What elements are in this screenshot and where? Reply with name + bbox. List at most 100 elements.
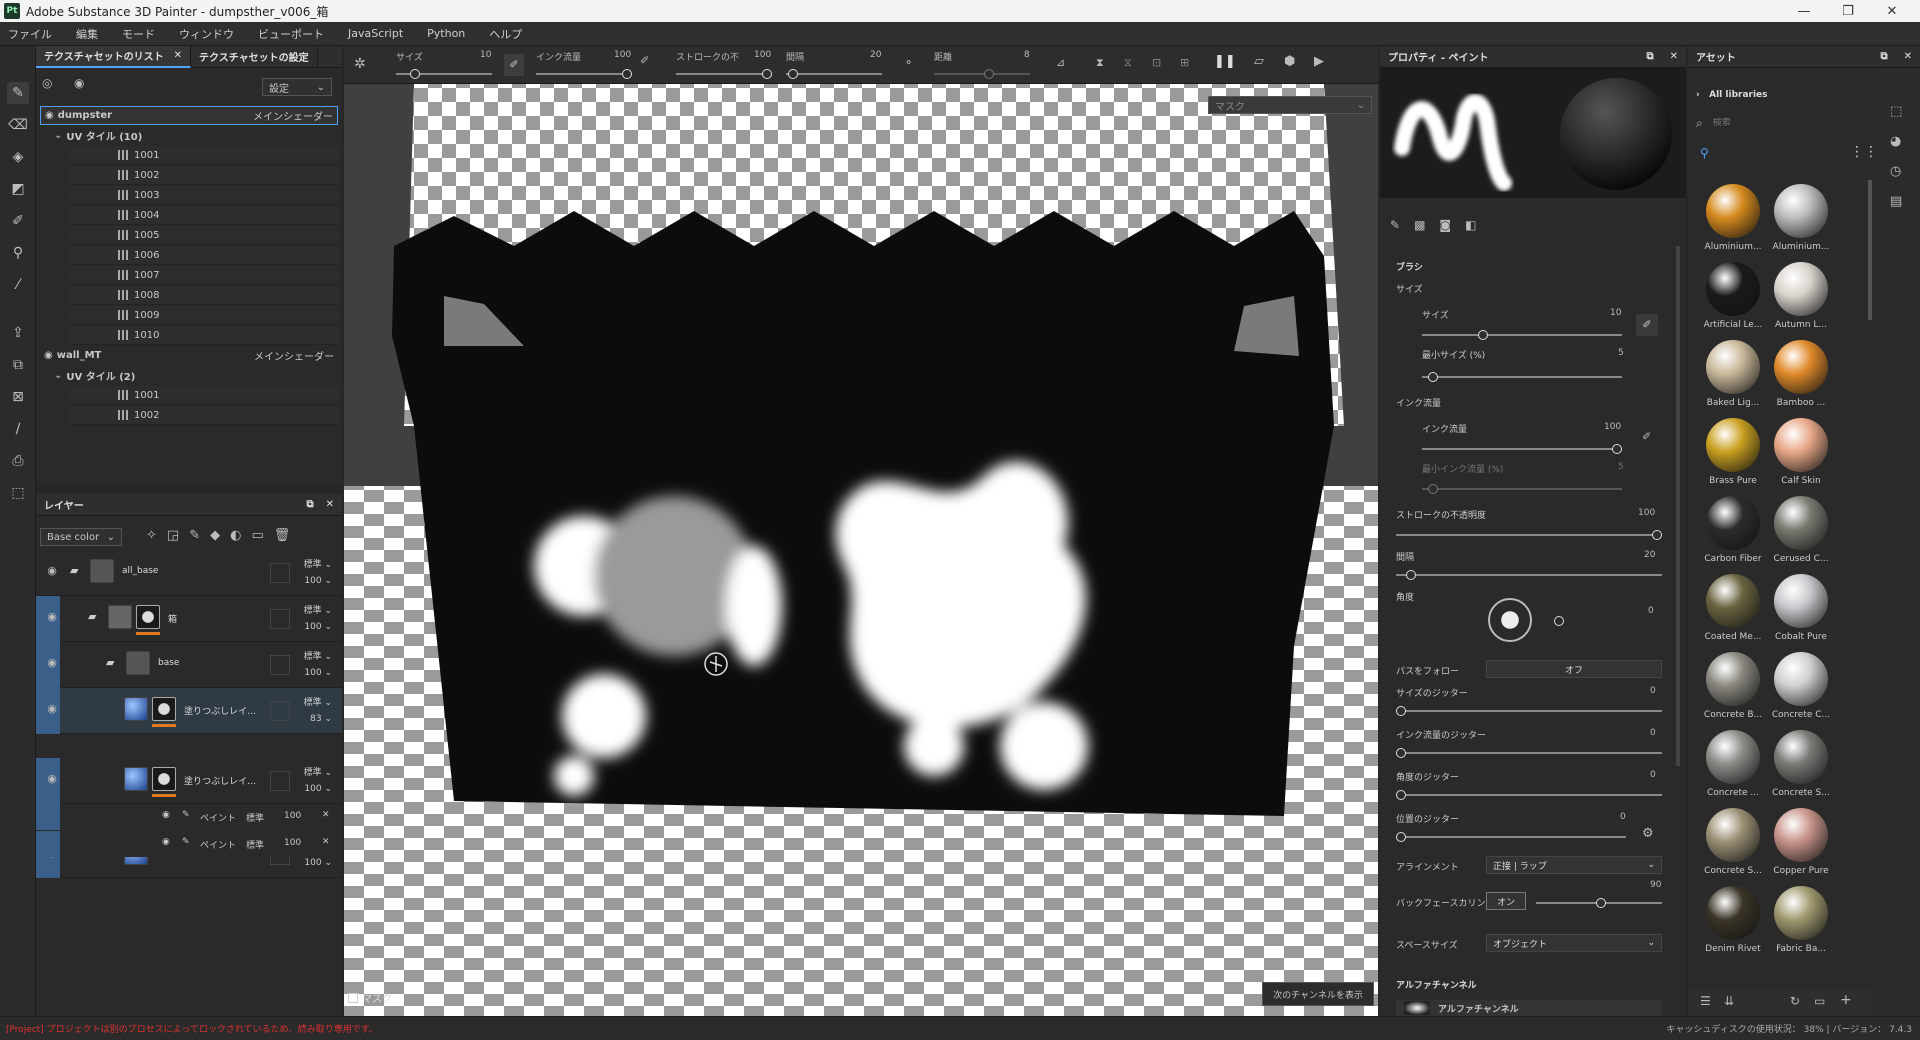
eye-icon[interactable]: ◉	[162, 810, 170, 820]
menu-mode[interactable]: モード	[122, 26, 155, 42]
spacing-slider[interactable]	[1396, 570, 1662, 580]
measure-icon[interactable]: ⊠	[7, 386, 29, 408]
package-icon[interactable]: ⬚	[7, 482, 29, 504]
stroke-opacity-slider[interactable]	[1396, 530, 1662, 540]
uv-tile[interactable]: 1008	[70, 286, 338, 305]
bake-icon[interactable]: ⇪	[7, 322, 29, 344]
camera-icon[interactable]: ▶	[1314, 54, 1324, 69]
effect-opacity[interactable]: 100	[284, 811, 301, 821]
add-icon[interactable]: +	[1840, 992, 1852, 1008]
settings-dropdown[interactable]: 設定 ⌄	[262, 78, 332, 96]
asset-item[interactable]: Concrete S...	[1770, 730, 1832, 798]
mask-toggle[interactable]: マスク	[348, 990, 392, 1005]
layer-row[interactable]: ◉ ▰ all_base 標準 ⌄ 100 ⌄	[36, 550, 342, 596]
layer-mask-slot[interactable]	[270, 655, 290, 675]
folder-icon[interactable]: ▰	[88, 610, 96, 623]
slider-handle[interactable]	[1652, 530, 1662, 540]
paint-effect-row[interactable]: ◉ ✎ ペイント 標準 100 ✕	[36, 804, 342, 830]
popout-icon[interactable]: ⧉	[1646, 51, 1653, 62]
size-slider[interactable]	[1422, 330, 1622, 340]
export-icon[interactable]: ⎙	[7, 450, 29, 472]
close-icon[interactable]: ✕	[322, 810, 330, 820]
menu-javascript[interactable]: JavaScript	[348, 27, 403, 40]
uv-tile-group[interactable]: ⌄ UV タイル (2)	[54, 366, 352, 385]
pen-pressure-icon[interactable]: ✐	[640, 54, 649, 67]
backface-slider[interactable]	[1536, 898, 1662, 908]
popout-icon[interactable]: ⧉	[1880, 51, 1887, 62]
layer-mask-slot[interactable]	[270, 563, 290, 583]
uv-tile[interactable]: 1001	[70, 146, 338, 165]
slider-handle[interactable]	[1396, 832, 1406, 842]
uv-tile[interactable]: 1002	[70, 406, 338, 425]
asset-item[interactable]: Aluminium...	[1770, 184, 1832, 252]
spacing-slider[interactable]	[786, 69, 882, 79]
history-icon[interactable]: ◷	[1890, 164, 1901, 179]
asset-item[interactable]: Cerused C...	[1770, 496, 1832, 564]
asset-item[interactable]: Aluminium...	[1702, 184, 1764, 252]
stencil-tab-icon[interactable]: ◧	[1465, 218, 1490, 232]
delete-icon[interactable]: 🗑	[274, 528, 301, 543]
asset-item[interactable]: Denim Rivet	[1702, 886, 1764, 954]
mask-thumbnail[interactable]	[136, 605, 160, 629]
uv-tile[interactable]: 1004	[70, 206, 338, 225]
view-2d-icon[interactable]: ▱	[1254, 54, 1264, 69]
flow-slider[interactable]	[1422, 444, 1622, 454]
slider-handle[interactable]	[1478, 330, 1488, 340]
next-channel-button[interactable]: 次のチャンネルを表示	[1262, 982, 1374, 1006]
uv-tile[interactable]: 1006	[70, 246, 338, 265]
close-icon[interactable]: ✕	[322, 837, 330, 847]
paint-brush-icon[interactable]: ✎	[7, 82, 29, 104]
projection-icon[interactable]: ◈	[7, 146, 29, 168]
add-mask-icon[interactable]: ◲	[167, 528, 189, 543]
slider-handle[interactable]	[1396, 748, 1406, 758]
position-jitter-slider[interactable]	[1396, 832, 1626, 842]
link-icon[interactable]: ∕	[7, 418, 29, 440]
layer-mask-slot[interactable]	[270, 609, 290, 629]
list-view-icon[interactable]: ☰	[1700, 994, 1711, 1008]
maximize-icon[interactable]: ❐	[1826, 0, 1870, 22]
mirror-alt-icon[interactable]: ⧖	[1124, 56, 1132, 70]
color-picker-icon[interactable]: ⁄	[7, 274, 29, 296]
opacity-field[interactable]: 100 ⌄	[304, 784, 332, 794]
eye-icon[interactable]: ◉	[42, 610, 62, 626]
angle-dial[interactable]	[1488, 598, 1532, 642]
close-window-icon[interactable]: ✕	[1870, 0, 1914, 22]
size-slider[interactable]	[396, 69, 492, 79]
slider-handle[interactable]	[762, 69, 772, 79]
slider-handle[interactable]	[1396, 706, 1406, 716]
layer-mask-slot[interactable]	[270, 771, 290, 791]
refresh-icon[interactable]: ↻	[1790, 994, 1800, 1008]
layer-row[interactable]: ◉ 塗りつぶしレイ… 標準 ⌄ 100 ⌄	[36, 758, 342, 804]
slider-handle[interactable]	[1428, 372, 1438, 382]
search-input[interactable]	[1712, 118, 1833, 128]
blend-mode-dropdown[interactable]: 標準 ⌄	[304, 649, 332, 662]
layer-row[interactable]: ◉ 塗りつぶしレイ… 標準 ⌄ 83 ⌄	[36, 688, 342, 734]
popout-icon[interactable]: ⧉	[306, 499, 313, 510]
mask-thumbnail[interactable]	[152, 767, 176, 791]
size-jitter-slider[interactable]	[1396, 706, 1662, 716]
smudge-icon[interactable]: ✐	[7, 210, 29, 232]
eye-icon[interactable]: ◉	[44, 350, 53, 361]
pen-pressure-icon[interactable]: ✐	[1636, 314, 1658, 336]
paint-effect-row[interactable]: ◉ ✎ ペイント 標準 100 ✕	[36, 831, 342, 857]
mask-thumbnail[interactable]	[152, 697, 176, 721]
slider-handle[interactable]	[1428, 484, 1438, 494]
brush-preset-icon[interactable]: ✲	[354, 56, 366, 72]
opacity-field[interactable]: 83 ⌄	[310, 714, 332, 724]
asset-item[interactable]: Concrete S...	[1702, 808, 1764, 876]
close-icon[interactable]: ✕	[326, 499, 334, 510]
distance-slider[interactable]	[934, 69, 1030, 79]
eraser-icon[interactable]: ⌫	[7, 114, 29, 136]
eye-icon[interactable]: ◉	[42, 702, 62, 718]
shelf-icon[interactable]: ⬚	[1890, 104, 1902, 119]
menu-window[interactable]: ウィンドウ	[179, 26, 234, 42]
environment-icon[interactable]: ◕	[1890, 134, 1901, 149]
follow-path-toggle[interactable]: オフ	[1486, 660, 1662, 678]
viewport[interactable]: マスク 次のチャンネルを表示 マスク ⌄	[344, 46, 1378, 1016]
filter-icon[interactable]: ⚲	[1700, 146, 1709, 160]
asset-item[interactable]: Carbon Fiber	[1702, 496, 1764, 564]
min-size-slider[interactable]	[1422, 372, 1622, 382]
asset-item[interactable]: Bamboo ...	[1770, 340, 1832, 408]
blend-mode-dropdown[interactable]: 標準 ⌄	[304, 695, 332, 708]
slider-handle[interactable]	[1406, 570, 1416, 580]
